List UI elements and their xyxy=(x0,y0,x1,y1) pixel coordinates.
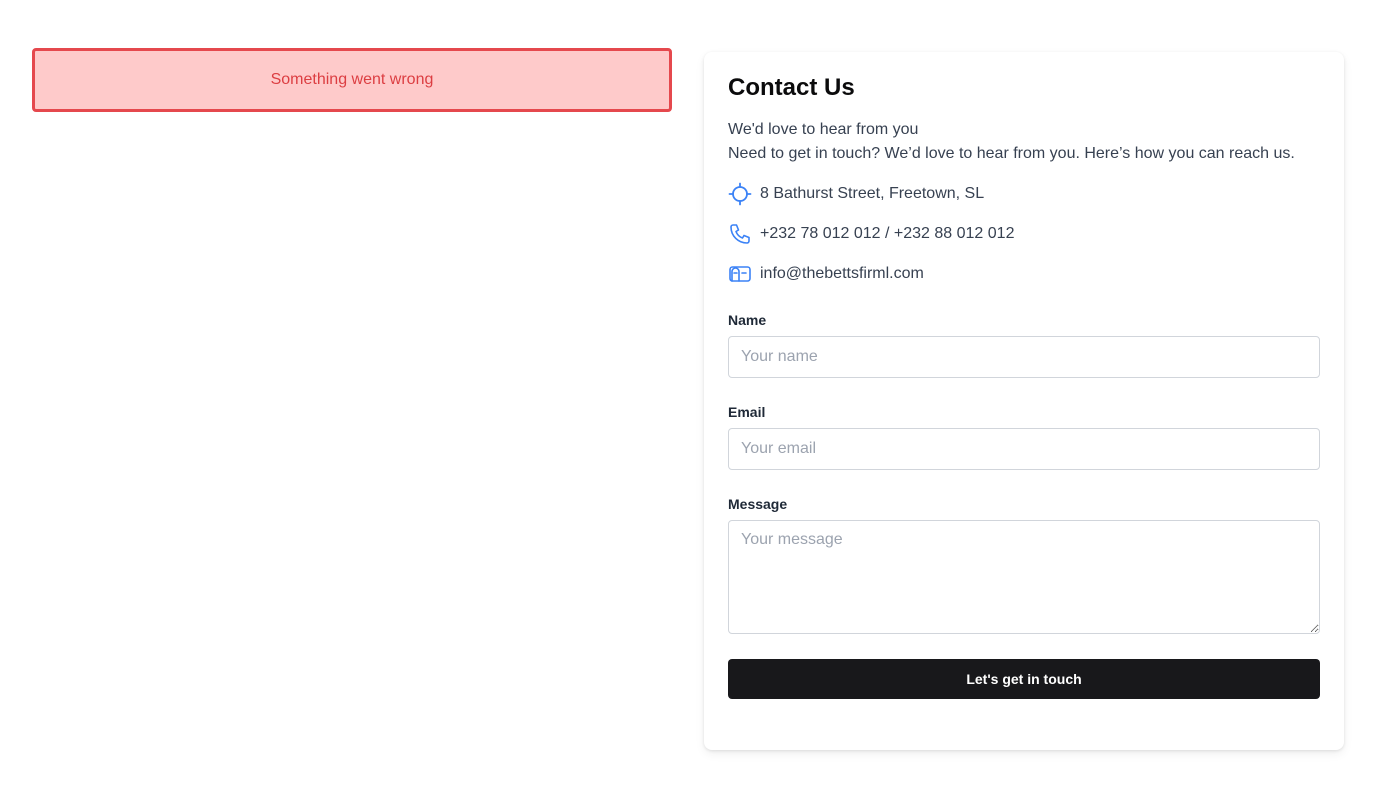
email-label: Email xyxy=(728,404,766,420)
contact-info-list: 8 Bathurst Street, Freetown, SL +232 78 … xyxy=(728,182,1320,286)
location-crosshair-icon xyxy=(728,182,752,206)
contact-intro: We'd love to hear from you Need to get i… xyxy=(728,118,1320,166)
email-input[interactable] xyxy=(728,428,1320,470)
message-textarea[interactable] xyxy=(728,520,1320,634)
contact-description: Need to get in touch? We’d love to hear … xyxy=(728,145,1295,162)
contact-address-text: 8 Bathurst Street, Freetown, SL xyxy=(760,185,985,202)
contact-tagline: We'd love to hear from you xyxy=(728,121,919,138)
name-input[interactable] xyxy=(728,336,1320,378)
name-label: Name xyxy=(728,312,767,328)
contact-email: info@thebettsfirml.com xyxy=(728,262,1320,286)
contact-card: Contact Us We'd love to hear from you Ne… xyxy=(704,52,1344,750)
page-title: Contact Us xyxy=(728,74,855,101)
contact-phone: +232 78 012 012 / +232 88 012 012 xyxy=(728,222,1320,246)
email-field-group: Email xyxy=(728,402,1320,470)
contact-email-text: info@thebettsfirml.com xyxy=(760,265,924,282)
contact-phone-text: +232 78 012 012 / +232 88 012 012 xyxy=(760,225,1015,242)
message-field-group: Message xyxy=(728,494,1320,639)
message-label: Message xyxy=(728,496,788,512)
submit-button[interactable]: Let's get in touch xyxy=(728,659,1320,699)
mailbox-icon xyxy=(728,262,752,286)
contact-address: 8 Bathurst Street, Freetown, SL xyxy=(728,182,1320,206)
error-message: Something went wrong xyxy=(270,71,434,88)
contact-form: Name Email Message Let's get in touch xyxy=(728,310,1320,699)
error-alert: Something went wrong xyxy=(32,48,672,112)
phone-icon xyxy=(728,222,752,246)
name-field-group: Name xyxy=(728,310,1320,378)
